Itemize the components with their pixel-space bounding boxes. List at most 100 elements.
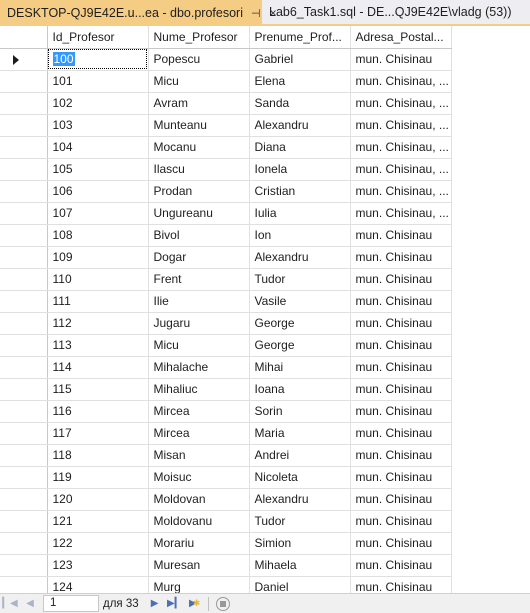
cell-nume-profesor[interactable]: Ungureanu xyxy=(148,202,250,225)
row-header[interactable] xyxy=(0,180,48,203)
cell-nume-profesor[interactable]: Morariu xyxy=(148,532,250,555)
cell-id-profesor[interactable]: 123 xyxy=(47,554,149,577)
cell-prenume-profesor[interactable]: Ion xyxy=(249,224,351,247)
cell-prenume-profesor[interactable]: George xyxy=(249,312,351,335)
cell-prenume-profesor[interactable]: Sanda xyxy=(249,92,351,115)
row-header[interactable] xyxy=(0,290,48,313)
cell-id-profesor[interactable]: 101 xyxy=(47,70,149,93)
cell-nume-profesor[interactable]: Popescu xyxy=(148,48,250,71)
row-header[interactable] xyxy=(0,92,48,115)
cell-nume-profesor[interactable]: Murg xyxy=(148,576,250,593)
cell-nume-profesor[interactable]: Moldovan xyxy=(148,488,250,511)
cell-adresa-postala[interactable]: mun. Chisinau xyxy=(350,576,452,593)
table-row[interactable]: 107 Ungureanu Iulia mun. Chisinau, ... xyxy=(0,202,452,225)
cell-nume-profesor[interactable]: Mihaliuc xyxy=(148,378,250,401)
cell-nume-profesor[interactable]: Frent xyxy=(148,268,250,291)
cell-id-profesor[interactable]: 104 xyxy=(47,136,149,159)
cell-adresa-postala[interactable]: mun. Chisinau, ... xyxy=(350,70,452,93)
table-row[interactable]: 113 Micu George mun. Chisinau xyxy=(0,334,452,357)
cell-nume-profesor[interactable]: Micu xyxy=(148,334,250,357)
stop-icon[interactable] xyxy=(215,596,230,611)
cell-nume-profesor[interactable]: Dogar xyxy=(148,246,250,269)
table-row[interactable]: 121 Moldovanu Tudor mun. Chisinau xyxy=(0,510,452,533)
cell-nume-profesor[interactable]: Ilascu xyxy=(148,158,250,181)
table-row[interactable]: 109 Dogar Alexandru mun. Chisinau xyxy=(0,246,452,269)
table-row[interactable]: 102 Avram Sanda mun. Chisinau, ... xyxy=(0,92,452,115)
table-row[interactable]: 115 Mihaliuc Ioana mun. Chisinau xyxy=(0,378,452,401)
cell-nume-profesor[interactable]: Moldovanu xyxy=(148,510,250,533)
row-header[interactable] xyxy=(0,312,48,335)
cell-id-profesor[interactable]: 105 xyxy=(47,158,149,181)
cell-prenume-profesor[interactable]: Simion xyxy=(249,532,351,555)
cell-id-profesor[interactable]: 122 xyxy=(47,532,149,555)
cell-nume-profesor[interactable]: Avram xyxy=(148,92,250,115)
table-row[interactable]: 122 Morariu Simion mun. Chisinau xyxy=(0,532,452,555)
table-row[interactable]: 116 Mircea Sorin mun. Chisinau xyxy=(0,400,452,423)
table-row[interactable]: 111 Ilie Vasile mun. Chisinau xyxy=(0,290,452,313)
pin-icon[interactable]: ⊣ xyxy=(251,7,261,20)
cell-prenume-profesor[interactable]: Iulia xyxy=(249,202,351,225)
cell-prenume-profesor[interactable]: Andrei xyxy=(249,444,351,467)
cell-id-profesor[interactable]: 108 xyxy=(47,224,149,247)
cell-id-profesor[interactable]: 114 xyxy=(47,356,149,379)
next-icon[interactable]: ▶ xyxy=(145,595,165,613)
cell-nume-profesor[interactable]: Mocanu xyxy=(148,136,250,159)
cell-id-profesor[interactable]: 118 xyxy=(47,444,149,467)
table-row[interactable]: 110 Frent Tudor mun. Chisinau xyxy=(0,268,452,291)
first-icon[interactable]: ▎◀ xyxy=(0,595,20,613)
cell-id-profesor[interactable]: 119 xyxy=(47,466,149,489)
previous-icon[interactable]: ◀ xyxy=(20,595,40,613)
cell-prenume-profesor[interactable]: Sorin xyxy=(249,400,351,423)
row-header[interactable] xyxy=(0,554,48,577)
cell-adresa-postala[interactable]: mun. Chisinau, ... xyxy=(350,92,452,115)
cell-prenume-profesor[interactable]: Ionela xyxy=(249,158,351,181)
results-grid[interactable]: Id_Profesor Nume_Profesor Prenume_Prof..… xyxy=(0,26,530,593)
cell-prenume-profesor[interactable]: Elena xyxy=(249,70,351,93)
cell-id-profesor[interactable]: 117 xyxy=(47,422,149,445)
column-header-id-profesor[interactable]: Id_Profesor xyxy=(47,26,149,49)
cell-prenume-profesor[interactable]: Vasile xyxy=(249,290,351,313)
cell-adresa-postala[interactable]: mun. Chisinau xyxy=(350,444,452,467)
table-row[interactable]: 100 Popescu Gabriel mun. Chisinau xyxy=(0,48,452,71)
cell-adresa-postala[interactable]: mun. Chisinau xyxy=(350,378,452,401)
cell-nume-profesor[interactable]: Jugaru xyxy=(148,312,250,335)
tab-dbo-profesori[interactable]: DESKTOP-QJ9E42E.u...ea - dbo.profesori ⊣… xyxy=(0,0,277,26)
cell-prenume-profesor[interactable]: Tudor xyxy=(249,510,351,533)
cell-adresa-postala[interactable]: mun. Chisinau, ... xyxy=(350,202,452,225)
cell-nume-profesor[interactable]: Prodan xyxy=(148,180,250,203)
cell-prenume-profesor[interactable]: Gabriel xyxy=(249,48,351,71)
cell-id-profesor[interactable]: 109 xyxy=(47,246,149,269)
row-header[interactable] xyxy=(0,444,48,467)
tab-lab6-task1-sql[interactable]: Lab6_Task1.sql - DE...QJ9E42E\vladg (53)… xyxy=(263,0,530,24)
cell-adresa-postala[interactable]: mun. Chisinau xyxy=(350,554,452,577)
cell-adresa-postala[interactable]: mun. Chisinau xyxy=(350,312,452,335)
cell-nume-profesor[interactable]: Bivol xyxy=(148,224,250,247)
cell-adresa-postala[interactable]: mun. Chisinau, ... xyxy=(350,136,452,159)
cell-adresa-postala[interactable]: mun. Chisinau xyxy=(350,334,452,357)
cell-adresa-postala[interactable]: mun. Chisinau xyxy=(350,268,452,291)
last-icon[interactable]: ▶▎ xyxy=(165,595,185,613)
cell-nume-profesor[interactable]: Muresan xyxy=(148,554,250,577)
cell-adresa-postala[interactable]: mun. Chisinau, ... xyxy=(350,180,452,203)
cell-nume-profesor[interactable]: Micu xyxy=(148,70,250,93)
cell-prenume-profesor[interactable]: Cristian xyxy=(249,180,351,203)
cell-nume-profesor[interactable]: Moisuc xyxy=(148,466,250,489)
column-header-prenume-profesor[interactable]: Prenume_Prof... xyxy=(249,26,351,49)
cell-id-profesor[interactable]: 107 xyxy=(47,202,149,225)
cell-id-profesor[interactable]: 103 xyxy=(47,114,149,137)
cell-id-profesor[interactable]: 116 xyxy=(47,400,149,423)
cell-prenume-profesor[interactable]: Alexandru xyxy=(249,114,351,137)
cell-adresa-postala[interactable]: mun. Chisinau xyxy=(350,466,452,489)
cell-id-profesor[interactable]: 106 xyxy=(47,180,149,203)
cell-id-profesor[interactable]: 115 xyxy=(47,378,149,401)
cell-id-profesor[interactable]: 112 xyxy=(47,312,149,335)
cell-prenume-profesor[interactable]: Nicoleta xyxy=(249,466,351,489)
table-row[interactable]: 105 Ilascu Ionela mun. Chisinau, ... xyxy=(0,158,452,181)
row-header[interactable] xyxy=(0,400,48,423)
cell-nume-profesor[interactable]: Mircea xyxy=(148,400,250,423)
cell-adresa-postala[interactable]: mun. Chisinau xyxy=(350,532,452,555)
table-row[interactable]: 124 Murg Daniel mun. Chisinau xyxy=(0,576,452,593)
table-row[interactable]: 103 Munteanu Alexandru mun. Chisinau, ... xyxy=(0,114,452,137)
column-header-adresa-postala[interactable]: Adresa_Postal... xyxy=(350,26,452,49)
row-header[interactable] xyxy=(0,70,48,93)
